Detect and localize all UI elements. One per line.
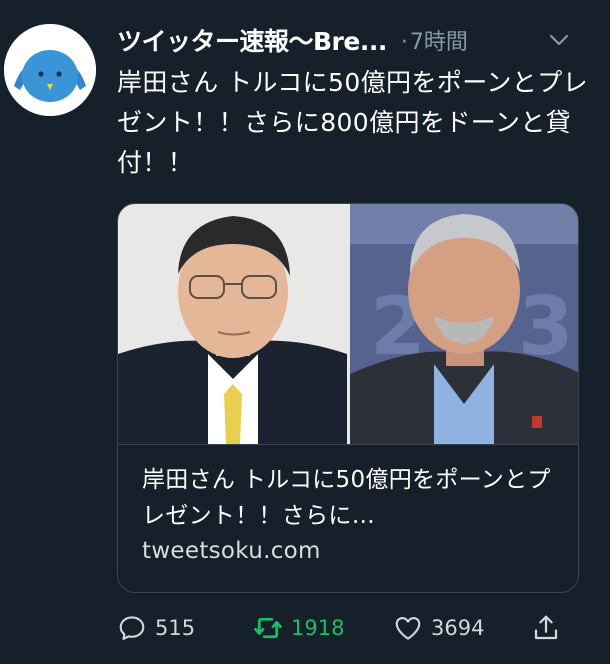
tweet-header: ツイッター速報〜Bre... ·7時間 <box>117 22 597 58</box>
left-portrait-photo <box>118 204 347 444</box>
right-portrait-photo: 2 3 <box>350 204 578 444</box>
tweet-text: 岸田さん トルコに50億円をポーンとプレゼント！！さらに800億円をドーンと貸付… <box>117 68 589 177</box>
card-title[interactable]: 岸田さん トルコに50億円をポーンとプレゼント！！さらに… <box>142 462 558 534</box>
author-name[interactable]: ツイッター速報〜Bre... <box>117 22 387 58</box>
like-count: 3694 <box>431 616 485 640</box>
heart-icon <box>395 616 421 640</box>
avatar[interactable] <box>4 24 96 116</box>
card-image[interactable]: 2 3 <box>118 204 578 444</box>
tweet-meta: ·7時間 <box>401 24 468 56</box>
meta-separator: · <box>400 30 408 55</box>
reply-button[interactable]: 515 <box>117 610 195 646</box>
retweet-count: 1918 <box>291 616 345 640</box>
share-button[interactable] <box>531 610 561 646</box>
tweet-time[interactable]: 7時間 <box>410 30 468 55</box>
tweet-actions: 515 1918 3694 <box>117 610 577 646</box>
bird-mascot-icon <box>4 24 96 116</box>
card-domain[interactable]: tweetsoku.com <box>142 538 321 564</box>
retweet-button[interactable]: 1918 <box>253 610 344 646</box>
like-button[interactable]: 3694 <box>393 610 484 646</box>
link-card[interactable]: 2 3 岸田さん トルコに50億円をポーンとプレゼント！！さらに… tweets… <box>117 203 579 593</box>
reply-icon <box>119 616 145 640</box>
reply-count: 515 <box>155 616 196 640</box>
retweet-icon <box>254 617 282 639</box>
share-icon <box>534 615 558 640</box>
chevron-down-icon[interactable] <box>547 28 571 52</box>
card-divider <box>118 444 578 445</box>
